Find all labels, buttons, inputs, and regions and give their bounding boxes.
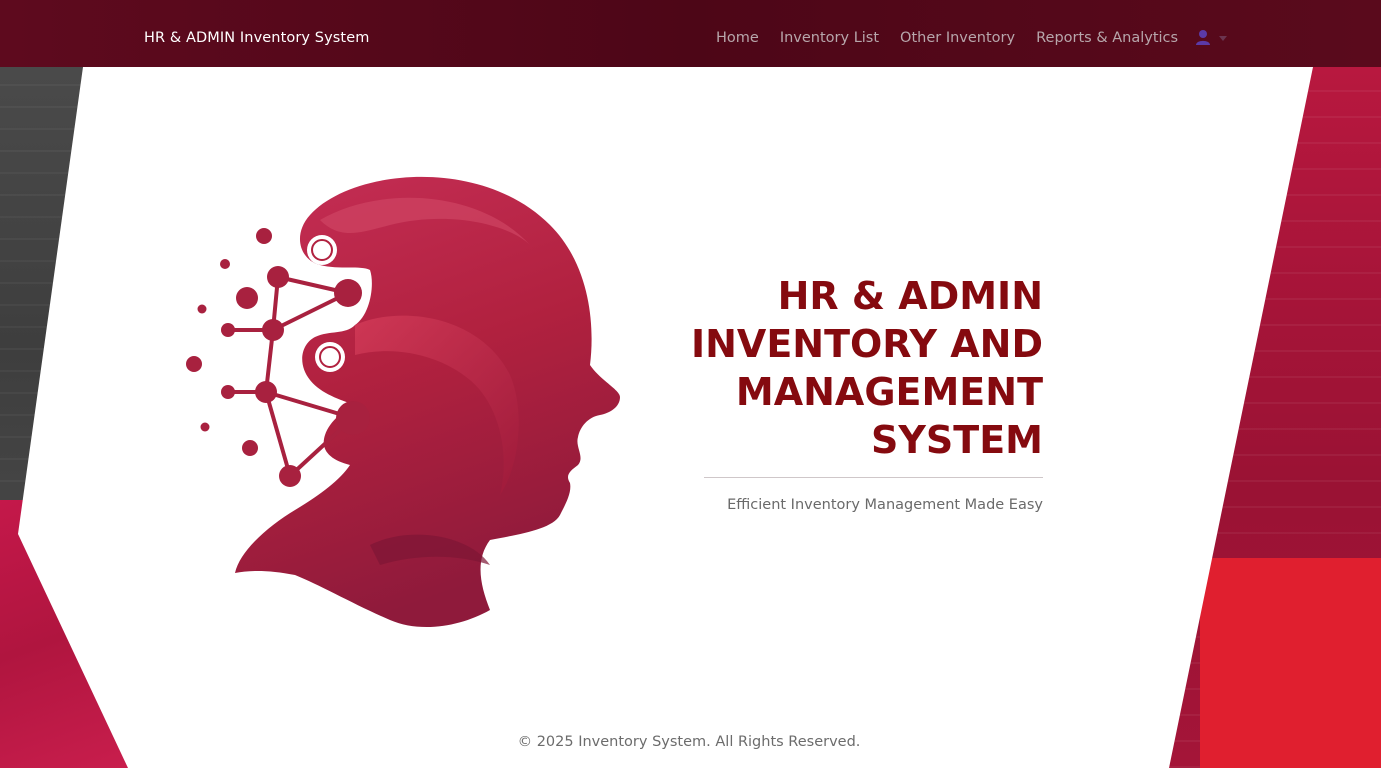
nav-home-link[interactable]: Home [716, 30, 759, 46]
top-navbar: HR & ADMIN Inventory System Home Invento… [0, 0, 1381, 67]
brand-link[interactable]: HR & ADMIN Inventory System [144, 30, 369, 46]
hero-divider [704, 477, 1043, 478]
ai-head-network-logo [186, 176, 620, 628]
nav-other-inventory-link[interactable]: Other Inventory [900, 30, 1015, 46]
nav-reports-analytics-link[interactable]: Reports & Analytics [1036, 30, 1178, 46]
hero-title-line-2: INVENTORY AND [690, 322, 1043, 366]
caret-down-icon [1219, 35, 1227, 41]
hero-title-line-1: HR & ADMIN [777, 274, 1043, 318]
hero-title-line-4: SYSTEM [871, 418, 1043, 462]
user-menu-dropdown[interactable] [1195, 29, 1227, 45]
hero-title: HR & ADMIN INVENTORY AND MANAGEMENT SYST… [690, 272, 1043, 464]
user-icon [1195, 29, 1211, 45]
nav-links: Home Inventory List Other Inventory Repo… [716, 30, 1199, 46]
hero-title-line-3: MANAGEMENT [735, 370, 1043, 414]
hero-subtitle: Efficient Inventory Management Made Easy [727, 497, 1043, 513]
footer-copyright: © 2025 Inventory System. All Rights Rese… [517, 734, 861, 750]
nav-inventory-list-link[interactable]: Inventory List [780, 30, 879, 46]
